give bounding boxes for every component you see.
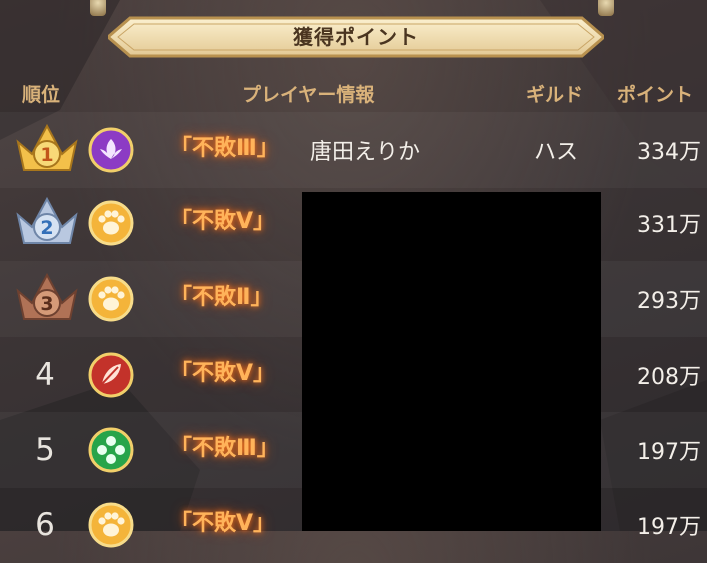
title-badge: 「不敗Ⅴ」: [170, 361, 276, 386]
bronze-crown-icon: 3: [16, 272, 78, 320]
points-value: 197万: [637, 515, 701, 540]
paw-emblem-icon: [88, 502, 134, 548]
title-badge: 「不敗Ⅲ」: [170, 136, 279, 161]
banner-post-left-icon: [90, 0, 106, 16]
rank-number: 4: [35, 357, 55, 393]
redaction-block: [302, 192, 601, 531]
points-value: 331万: [637, 213, 701, 238]
svg-text:2: 2: [40, 217, 53, 239]
column-header-rank: 順位: [22, 84, 61, 106]
svg-text:3: 3: [40, 293, 53, 315]
guild-name[interactable]: ハス: [534, 134, 578, 166]
green-flower-emblem-icon: [88, 427, 134, 473]
player-name[interactable]: 唐田えりか: [310, 134, 420, 166]
gold-crown-icon: 1: [16, 123, 78, 171]
ranking-title-banner: 獲得ポイント: [108, 14, 604, 60]
title-badge: 「不敗Ⅴ」: [170, 511, 276, 536]
column-header-row: 順位 プレイヤー情報 ギルド ポイント: [0, 74, 707, 110]
title-badge: 「不敗Ⅴ」: [170, 209, 276, 234]
silver-crown-icon: 2: [16, 196, 78, 244]
rank-number: 6: [35, 507, 55, 543]
red-leaf-emblem-icon: [88, 352, 134, 398]
title-badge: 「不敗Ⅱ」: [170, 285, 273, 310]
column-header-player: プレイヤー情報: [242, 84, 375, 106]
ranking-row[interactable]: 1 「不敗Ⅲ」 唐田えりか ハス 334万: [0, 112, 707, 188]
points-value: 293万: [637, 289, 701, 314]
points-value: 334万: [637, 140, 701, 165]
paw-emblem-icon: [88, 276, 134, 322]
points-value: 208万: [637, 365, 701, 390]
rank-number: 5: [35, 432, 55, 468]
column-header-points: ポイント: [617, 84, 694, 106]
paw-emblem-icon: [88, 200, 134, 246]
svg-text:1: 1: [40, 144, 53, 166]
purple-lotus-emblem-icon: [88, 127, 134, 173]
points-value: 197万: [637, 440, 701, 465]
column-header-guild: ギルド: [526, 84, 584, 106]
title-badge: 「不敗Ⅲ」: [170, 436, 279, 461]
ranking-title: 獲得ポイント: [293, 25, 419, 49]
